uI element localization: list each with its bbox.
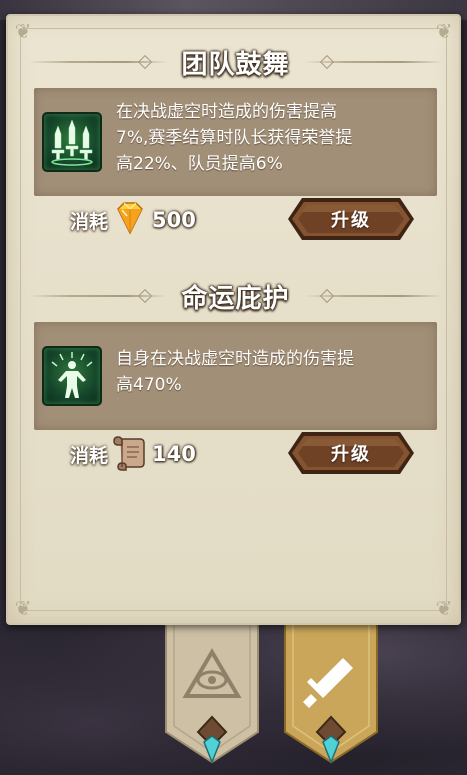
corner-ornament-icon: ❦ xyxy=(435,19,453,43)
flourish-left xyxy=(28,295,168,297)
tab-sword-banner[interactable] xyxy=(283,612,379,775)
upgrade-label: 升级 xyxy=(331,210,371,231)
cost-label: 消耗 xyxy=(70,444,109,467)
corner-ornament-icon: ❦ xyxy=(14,19,32,43)
skill-2-description: 自身在决战虚空时造成的伤害提 高470% xyxy=(116,349,354,395)
corner-ornament-icon: ❦ xyxy=(14,596,32,620)
skill-2-header: 命运庇护 xyxy=(28,278,444,314)
flourish-right xyxy=(303,295,444,297)
flourish-right xyxy=(303,61,444,63)
skill-1-header: 团队鼓舞 xyxy=(28,44,444,80)
corner-ornament-icon: ❦ xyxy=(435,596,453,620)
cost-label: 消耗 xyxy=(70,210,109,233)
skill-1-upgrade-button[interactable]: 升级 xyxy=(286,196,416,242)
tab-eye-banner[interactable] xyxy=(164,612,260,775)
triple-sword-icon xyxy=(42,112,102,172)
skill-1-cost: 消耗 500 xyxy=(70,200,196,240)
upgrade-label: 升级 xyxy=(331,444,371,465)
cost-value: 500 xyxy=(152,208,196,232)
skill-1-title: 团队鼓舞 xyxy=(181,49,290,80)
skill-1-description: 在决战虚空时造成的伤害提高 7%,赛季结算时队长获得荣誉提 高22%、队员提高6… xyxy=(116,102,353,174)
skill-1-description-box: 在决战虚空时造成的伤害提高 7%,赛季结算时队长获得荣誉提 高22%、队员提高6… xyxy=(34,88,437,196)
scroll-icon xyxy=(108,433,152,475)
skill-2-cost: 消耗 140 xyxy=(70,434,196,474)
skill-panel: ❦ ❦ ❦ ❦ 团队鼓舞 在决战虚空时造成的伤害提高 7%,赛季结算时队长获得荣… xyxy=(6,14,461,625)
flourish-left xyxy=(28,61,168,63)
skill-2-description-box: 自身在决战虚空时造成的伤害提 高470% xyxy=(34,322,437,430)
figure-radiance-icon xyxy=(42,346,102,406)
cost-value: 140 xyxy=(152,442,196,466)
skill-2-upgrade-button[interactable]: 升级 xyxy=(286,430,416,476)
skill-2-title: 命运庇护 xyxy=(181,283,290,314)
gem-icon xyxy=(108,199,152,241)
